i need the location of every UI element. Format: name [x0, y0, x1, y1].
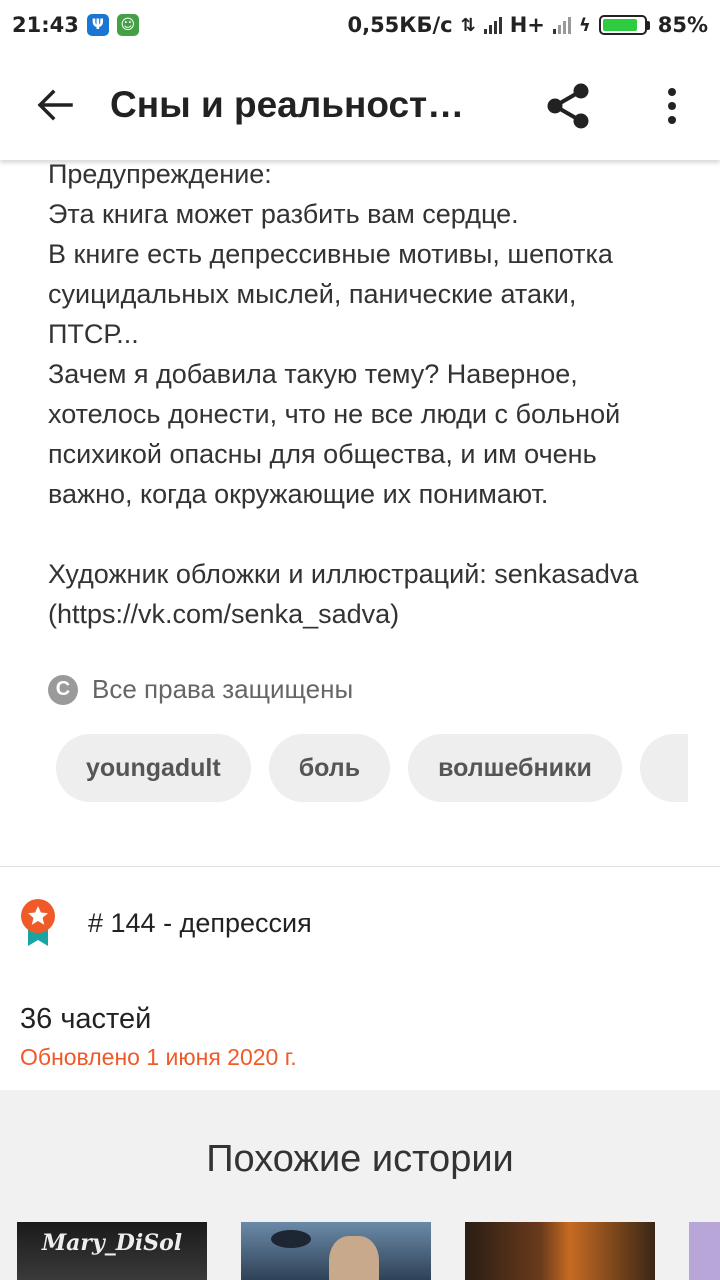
description-link[interactable]: (https://vk.com/senka_sadva) [48, 594, 688, 634]
story-cover[interactable] [241, 1222, 431, 1280]
section-divider [0, 866, 720, 867]
cover-art [329, 1236, 379, 1280]
charging-icon: ϟ [578, 14, 591, 36]
frog-icon: ☺ [116, 14, 139, 36]
page-title: Сны и реальност… [110, 84, 465, 125]
copyright-icon: C [48, 674, 78, 705]
similar-stories-title: Похожие истории [206, 1138, 514, 1180]
description-line: психикой опасны для общества, и им очень [48, 439, 597, 469]
network-speed: 0,55КБ/с [347, 13, 453, 37]
back-arrow-icon [37, 89, 73, 121]
description-line: важно, когда окружающие их понимают. [48, 479, 549, 509]
story-cover[interactable] [689, 1222, 720, 1280]
description-line: хотелось донести, что не все люди с боль… [48, 399, 621, 429]
ranking-badge-icon [21, 899, 55, 946]
description-line: Эта книга может разбить вам сердце. [48, 199, 519, 229]
trident-icon: Ψ [86, 14, 109, 36]
battery-percent: 85% [657, 13, 708, 37]
signal-icon-secondary [552, 16, 571, 34]
ranking-text: # 144 - депрессия [88, 907, 312, 938]
signal-icon [483, 16, 502, 34]
copyright-label: Все права защищены [92, 674, 354, 704]
description-line: суицидальных мыслей, панические атаки, [48, 279, 577, 309]
more-options-button[interactable] [648, 76, 696, 136]
tag-chip[interactable]: волшебники [408, 734, 622, 802]
tag-list: youngadult боль волшебники [56, 734, 688, 802]
status-time: 21:43 [12, 13, 79, 37]
app-bar: Сны и реальност… [0, 50, 720, 160]
description-line: ПТСР... [48, 319, 139, 349]
ranking-row[interactable]: # 144 - депрессия [18, 898, 312, 948]
copyright-row: C Все права защищены [48, 674, 353, 705]
data-transfer-icon: ⇅ [460, 14, 476, 36]
description-line: В книге есть депрессивные мотивы, шепотк… [48, 239, 613, 269]
description-line: Предупреждение: [48, 159, 272, 189]
cover-art [271, 1230, 311, 1248]
updated-date: Обновлено 1 июня 2020 г. [20, 1044, 297, 1070]
battery-icon [598, 15, 650, 35]
back-button[interactable] [0, 50, 110, 160]
network-type: H+ [509, 13, 545, 37]
more-vertical-icon [668, 88, 676, 124]
tag-chip[interactable] [639, 734, 688, 802]
parts-count[interactable]: 36 частей [20, 1003, 151, 1036]
story-cover[interactable] [465, 1222, 655, 1280]
description-blank-line [48, 514, 688, 554]
status-bar: 21:43 Ψ ☺ 0,55КБ/с ⇅ H+ ϟ 85% [0, 0, 720, 50]
tag-chip[interactable]: боль [268, 734, 391, 802]
description-line: Зачем я добавила такую тему? Наверное, [48, 359, 578, 389]
share-button[interactable] [538, 76, 598, 136]
story-description: Предупреждение: Эта книга может разбить … [48, 154, 688, 634]
description-line: Художник обложки и иллюстраций: senkasad… [48, 559, 639, 589]
cover-author-text: Mary_DiSol [41, 1230, 183, 1256]
tag-chip[interactable]: youngadult [56, 734, 251, 802]
story-cover[interactable]: Mary_DiSol [17, 1222, 207, 1280]
share-icon [547, 83, 589, 129]
